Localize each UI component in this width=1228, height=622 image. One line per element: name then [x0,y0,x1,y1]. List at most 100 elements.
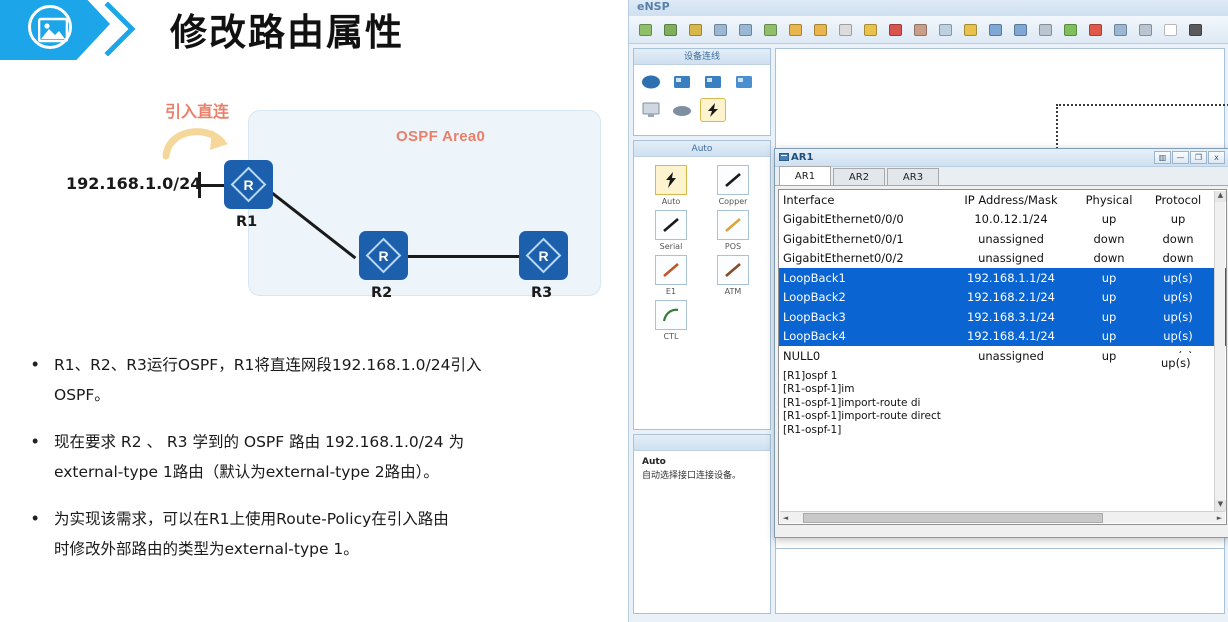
cli-line: [R1-ospf-1]import-route direct [783,410,941,422]
bullet-body: 为实现该需求，可以在R1上使用Route-Policy在引入路由 时修改外部路由… [54,504,607,564]
scroll-up-arrow[interactable]: ▲ [1215,191,1226,202]
table-row[interactable]: LoopBack3 192.168.3.1/24 up up(s) [779,307,1226,327]
tab-ar1[interactable]: AR1 [779,166,831,185]
column-header: Interface [783,192,835,207]
terminal-output[interactable]: Interface IP Address/Mask Physical Protocol… [778,189,1227,525]
network-diagram: OSPF Area0 引入直连 192.168.1.0/24 R R1 R R2… [0,96,628,326]
save-as-icon[interactable] [708,19,732,40]
rect-icon[interactable] [1158,19,1182,40]
pointer-icon[interactable] [833,19,857,40]
connection-icon[interactable] [700,98,726,122]
table-row[interactable]: LoopBack4 192.168.4.1/24 up up(s) [779,326,1226,346]
toolbar-icon-glyph [1113,23,1127,36]
router-r3[interactable]: R [519,231,568,280]
scroll-down-arrow[interactable]: ▼ [1215,500,1226,511]
cli-line: [R1-ospf-1] [783,423,842,436]
save-icon[interactable] [683,19,707,40]
cable-option-e1[interactable]: E1 [650,255,692,296]
minimize-button[interactable]: — [1172,151,1189,164]
toolbar-icon-glyph [738,23,752,36]
table-cell: up(s) [1163,290,1193,305]
cable-option-copper[interactable]: Copper [712,165,754,206]
cable-option-pos[interactable]: POS [712,210,754,251]
cable-label: Auto [661,197,681,206]
stop-all-icon[interactable] [1083,19,1107,40]
note-icon[interactable] [958,19,982,40]
bullet-line: 为实现该需求，可以在R1上使用Route-Policy在引入路由 [54,510,449,528]
link-r2-r3 [407,255,520,258]
toolbar-icon-glyph [863,23,877,36]
scroll-left-arrow[interactable]: ◄ [780,514,791,522]
tab-ar2[interactable]: AR2 [833,168,885,185]
toolbar-icon-glyph [1163,23,1177,36]
capture-icon[interactable] [1108,19,1132,40]
cable-option-serial[interactable]: Serial [650,210,692,251]
bullet-body: R1、R2、R3运行OSPF，R1将直连网段192.168.1.0/24引入 O… [54,350,607,410]
table-row[interactable]: LoopBack1 192.168.1.1/24 up up(s) [779,268,1226,288]
table-cell: GigabitEthernet0/0/0 [783,212,904,227]
table-cell: NULL0 [783,348,821,363]
cloud-icon[interactable] [669,98,695,122]
zoom-out-icon[interactable] [1008,19,1032,40]
svg-text:R: R [243,177,253,193]
toolbar-icon-glyph [838,23,852,36]
cable-option-auto[interactable]: Auto [650,165,692,206]
scroll-right-arrow[interactable]: ► [1214,514,1225,522]
scrollbar-thumb[interactable] [803,512,1103,523]
pin-button[interactable]: ▥ [1154,151,1171,164]
print-icon[interactable] [733,19,757,40]
vertical-scrollbar[interactable]: ▲ ▼ [1214,191,1226,511]
tab-ar3[interactable]: AR3 [887,168,939,185]
start-all-icon[interactable] [1058,19,1082,40]
cable-option-ctl[interactable]: CTL [650,300,692,341]
table-row[interactable]: GigabitEthernet0/0/1 unassigned down down [779,229,1226,249]
ar1-titlebar[interactable]: AR1 ▥ — ❐ x [775,149,1228,167]
ensp-application-window: eNSP 设备连线 Auto Auto Copper Serial POS E1 ATM C… [628,0,1228,622]
window-control-buttons: ▥ — ❐ x [1154,151,1228,164]
new-topology-icon[interactable] [633,19,657,40]
maximize-button[interactable]: ❐ [1190,151,1207,164]
edit-icon[interactable] [908,19,932,40]
table-row[interactable]: LoopBack2 192.168.2.1/24 up up(s) [779,287,1226,307]
horizontal-scrollbar[interactable]: ◄ ► [780,511,1225,523]
router-r1[interactable]: R [224,160,273,209]
cable-option-atm[interactable]: ATM [712,255,754,296]
cut-icon[interactable] [758,19,782,40]
redo-icon[interactable] [808,19,832,40]
open-file-icon[interactable] [658,19,682,40]
lightbulb-icon[interactable] [858,19,882,40]
tooltip-body: 自动选择接口连接设备。 [642,471,742,481]
grid-icon[interactable] [1033,19,1057,40]
pc-icon[interactable] [638,98,664,122]
copper-cable-icon [717,165,749,195]
comment-icon[interactable] [933,19,957,40]
restore-icon[interactable] [1183,19,1207,40]
router-r2[interactable]: R [359,231,408,280]
bullet-marker: • [32,354,39,374]
slide-header: 修改路由属性 [0,0,628,60]
table-row[interactable]: GigabitEthernet0/0/2 unassigned down down [779,249,1226,269]
wlan-icon[interactable] [731,70,757,94]
router-label-r1: R1 [236,214,258,230]
undo-icon[interactable] [783,19,807,40]
router-icon[interactable] [638,70,664,94]
switch-l3-icon[interactable] [700,70,726,94]
delete-icon[interactable] [883,19,907,40]
table-cell: 10.0.12.1/24 [974,212,1048,227]
table-cell: down [1093,251,1125,266]
bullet-marker: • [32,431,39,451]
table-cell: 192.168.4.1/24 [966,329,1055,344]
table-cell: down [1093,231,1125,246]
ensp-titlebar[interactable]: eNSP [629,0,1228,16]
select-icon[interactable] [1133,19,1157,40]
table-row[interactable]: GigabitEthernet0/0/0 10.0.12.1/24 up up [779,210,1226,230]
screenshot-root: 修改路由属性 OSPF Area0 引入直连 192.168.1.0/24 R … [0,0,1228,622]
zoom-in-icon[interactable] [983,19,1007,40]
table-cell: GigabitEthernet0/0/2 [783,251,904,266]
close-button[interactable]: x [1208,151,1225,164]
table-header-row: Interface IP Address/Mask Physical Protocol [779,190,1226,210]
atm-cable-icon [717,255,749,285]
switch-icon[interactable] [669,70,695,94]
cable-panel-header: Auto [634,141,770,157]
ar1-window-title: AR1 [791,152,814,163]
